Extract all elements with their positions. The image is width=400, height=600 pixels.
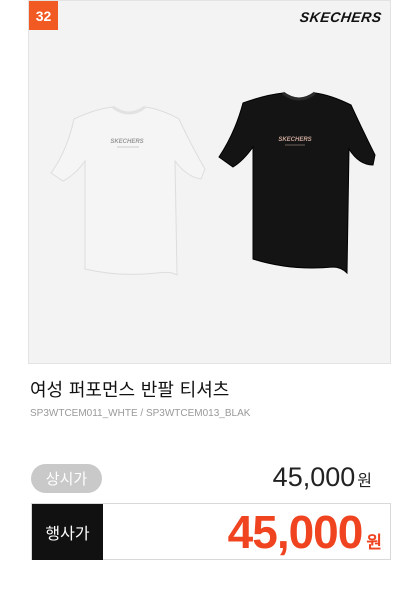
regular-price: 45,000 원 [273,462,372,493]
regular-price-label: 상시가 [31,464,102,493]
white-tshirt: SKECHERS [50,105,206,276]
product-card[interactable]: 32 SKECHERS SKECHERS SKECHERS [28,0,391,364]
sale-price: 45,000 원 [228,505,382,559]
product-image[interactable]: SKECHERS SKECHERS [29,61,392,301]
svg-text:SKECHERS: SKECHERS [278,137,311,143]
rank-badge: 32 [29,1,58,30]
sale-price-label: 행사가 [32,504,103,560]
product-codes: SP3WTCEM011_WHTE / SP3WTCEM013_BLAK [30,408,251,419]
regular-price-unit: 원 [357,471,372,490]
svg-text:SKECHERS: SKECHERS [110,139,143,145]
product-title[interactable]: 여성 퍼포먼스 반팔 티셔츠 [30,376,229,402]
sale-price-value: 45,000 [227,506,364,558]
sale-price-unit: 원 [366,533,382,553]
sale-price-row: 행사가 45,000 원 [31,503,391,560]
black-tshirt: SKECHERS [218,91,376,275]
regular-price-value: 45,000 [272,462,356,492]
brand-logo: SKECHERS [299,9,384,25]
